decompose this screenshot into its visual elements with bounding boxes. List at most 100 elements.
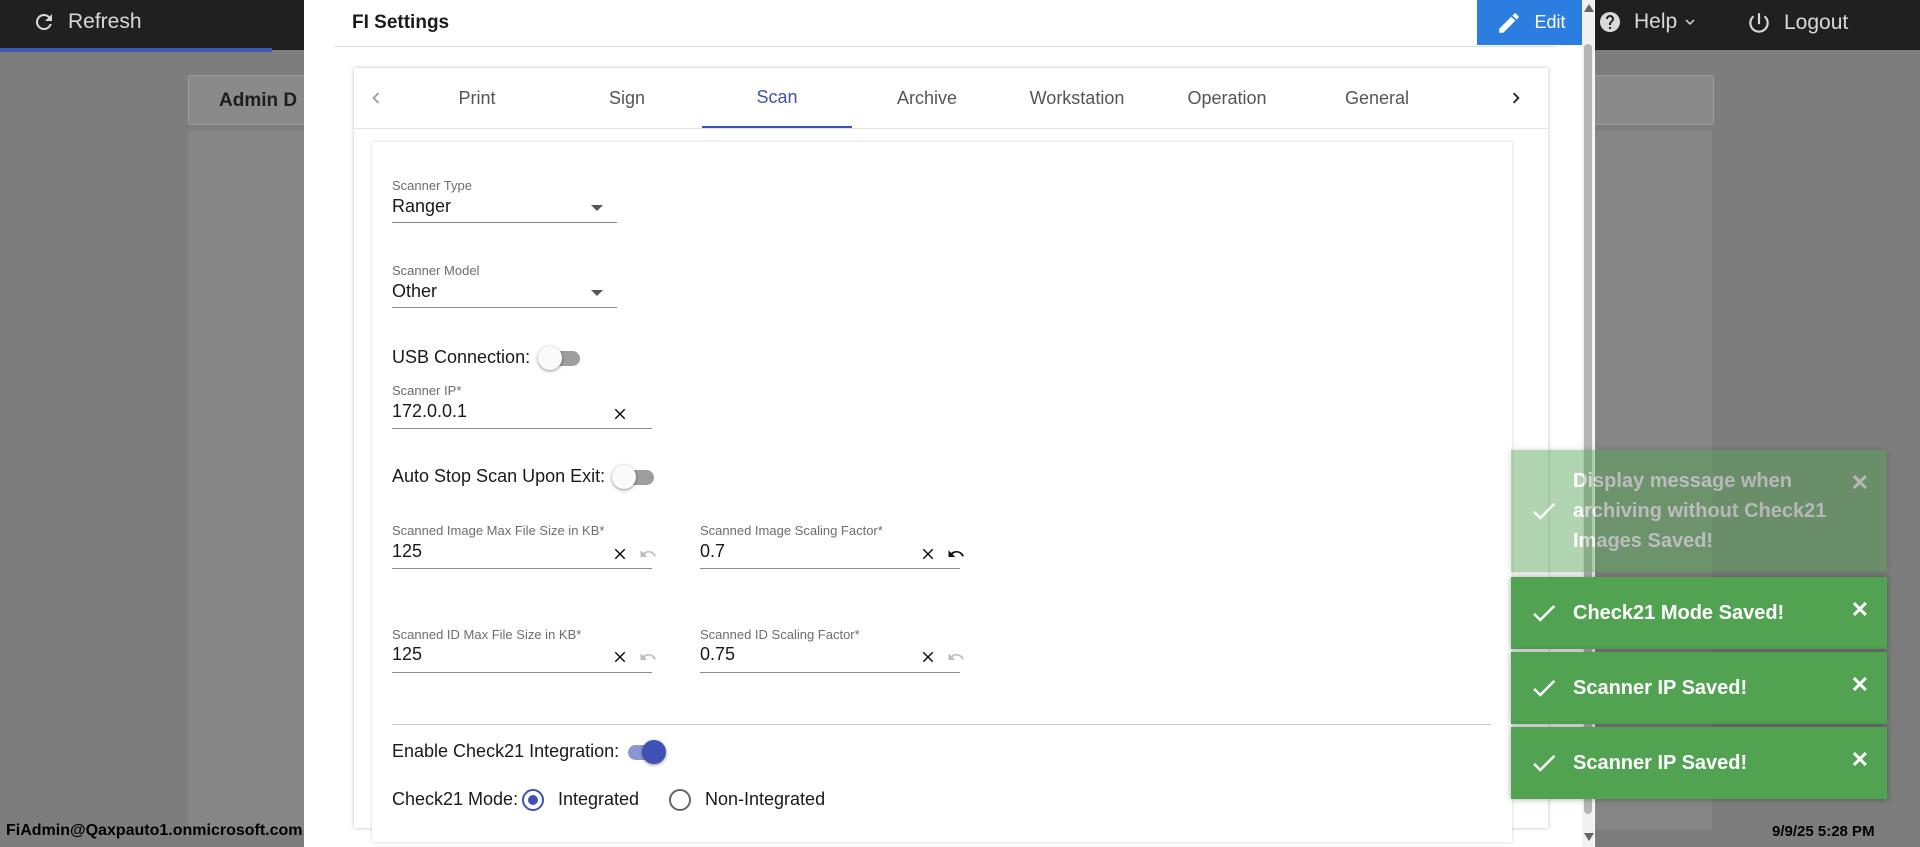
settings-tabs-container: Print Sign Scan Archive Workstation Oper… [354,68,1548,842]
undo-icon [640,653,656,660]
scanner-type-dropdown-arrow[interactable] [591,205,603,211]
scan-settings-panel: Scanner Type Ranger Scanner Model Other … [372,142,1512,842]
close-icon [614,548,626,560]
toast-notification[interactable]: Scanner IP Saved! ✕ [1511,652,1887,724]
id-max-size-underline [392,672,652,673]
image-max-size-clear-button[interactable] [610,544,630,564]
auto-stop-scan-label: Auto Stop Scan Upon Exit: [392,466,606,486]
image-scaling-clear-button[interactable] [918,544,938,564]
check21-mode-non-integrated-label[interactable]: Non-Integrated [705,789,825,810]
scanner-ip-underline [392,428,652,429]
toast-close-icon[interactable]: ✕ [1851,470,1869,496]
logout-label: Logout [1784,11,1849,34]
undo-icon [640,550,656,557]
id-scaling-undo-button[interactable] [946,647,966,667]
toast-close-icon[interactable]: ✕ [1851,747,1869,773]
usb-connection-toggle[interactable] [538,346,582,370]
refresh-icon [35,13,52,30]
toast-message: Scanner IP Saved! [1573,752,1748,774]
scanner-model-underline [392,307,617,308]
image-max-size-undo-button[interactable] [638,544,658,564]
id-max-size-label: Scanned ID Max File Size in KB* [392,627,582,642]
toast-notification[interactable]: Display message when archiving without C… [1511,450,1887,572]
close-icon [922,548,934,560]
help-menu-button[interactable]: Help [1598,10,1699,34]
check21-mode-non-integrated-radio[interactable] [669,789,691,811]
dialog-title: FI Settings [352,12,450,33]
toast-notification[interactable]: Check21 Mode Saved! ✕ [1511,577,1887,649]
dialog-header: FI Settings Edit [334,0,1585,47]
admin-dashboard-title: Admin D [219,90,298,111]
pencil-icon [1499,12,1520,33]
image-scaling-input[interactable]: 0.7 [700,541,725,562]
tab-print[interactable]: Print [402,68,552,128]
checkmark-icon [1533,604,1556,622]
checkmark-icon [1533,679,1556,697]
toast-notification[interactable]: Scanner IP Saved! ✕ [1511,727,1887,799]
id-max-size-clear-button[interactable] [610,647,630,667]
auto-stop-scan-toggle-thumb [612,465,636,489]
scanner-ip-input[interactable]: 172.0.0.1 [392,401,467,422]
check21-integration-toggle[interactable] [622,740,666,764]
toast-message: Display message when archiving without C… [1573,470,1827,552]
id-scaling-clear-button[interactable] [918,647,938,667]
fi-settings-dialog: FI Settings Edit Print Sign Scan Archive… [304,0,1595,847]
help-icon [1600,12,1620,32]
check21-integration-toggle-thumb [642,740,666,764]
tab-archive[interactable]: Archive [852,68,1002,128]
scanner-model-select[interactable]: Other [392,281,437,302]
logout-button[interactable]: Logout [1746,10,1848,36]
image-max-size-input[interactable]: 125 [392,541,422,562]
scanner-type-underline [392,222,617,223]
tab-operation[interactable]: Operation [1152,68,1302,128]
check21-mode-label: Check21 Mode: [392,789,519,809]
footer-datetime: 9/9/25 5:28 PM [1772,823,1875,840]
auto-stop-scan-toggle[interactable] [612,465,656,489]
close-icon [614,651,626,663]
checkmark-icon [1533,502,1556,520]
settings-tab-bar: Print Sign Scan Archive Workstation Oper… [354,68,1548,129]
usb-connection-toggle-thumb [538,346,562,370]
image-scaling-undo-button[interactable] [946,544,966,564]
id-scaling-label: Scanned ID Scaling Factor* [700,627,860,642]
chevron-down-icon [1685,19,1695,25]
scanner-ip-clear-button[interactable] [610,404,630,424]
check21-integration-label: Enable Check21 Integration: [392,741,620,761]
scroll-up-arrow[interactable] [1584,4,1594,12]
tab-workstation[interactable]: Workstation [1002,68,1152,128]
section-divider [392,724,1491,725]
tab-scan[interactable]: Scan [702,68,852,128]
scroll-down-arrow[interactable] [1584,833,1594,841]
scanner-model-label: Scanner Model [392,263,480,278]
edit-button[interactable]: Edit [1477,0,1585,45]
id-scaling-input[interactable]: 0.75 [700,644,735,665]
refresh-button[interactable]: Refresh [32,10,142,34]
id-scaling-underline [700,672,960,673]
image-scaling-label: Scanned Image Scaling Factor* [700,523,883,538]
scanner-type-select[interactable]: Ranger [392,196,451,217]
tab-scroll-left-button[interactable] [364,86,388,110]
chevron-right-icon [1512,92,1520,104]
tab-sign[interactable]: Sign [552,68,702,128]
usb-connection-label: USB Connection: [392,347,531,367]
tab-scroll-right-button[interactable] [1504,86,1528,110]
power-icon [1749,13,1769,33]
toast-close-icon[interactable]: ✕ [1851,597,1869,623]
scanner-model-dropdown-arrow[interactable] [591,290,603,296]
image-scaling-underline [700,568,960,569]
undo-icon [948,550,964,557]
toast-message: Check21 Mode Saved! [1573,602,1785,624]
check21-mode-integrated-label[interactable]: Integrated [558,789,639,810]
user-email: FiAdmin@Qaxpauto1.onmicrosoft.com [6,822,303,839]
refresh-label: Refresh [68,10,142,33]
tab-general[interactable]: General [1302,68,1452,128]
image-max-size-label: Scanned Image Max File Size in KB* [392,523,605,538]
check21-mode-integrated-radio[interactable] [522,789,544,811]
id-max-size-undo-button[interactable] [638,647,658,667]
toast-close-icon[interactable]: ✕ [1851,672,1869,698]
id-max-size-input[interactable]: 125 [392,644,422,665]
scanner-type-label: Scanner Type [392,178,472,193]
edit-label: Edit [1534,12,1566,32]
checkmark-icon [1533,754,1556,772]
loading-progress-bar [0,48,272,52]
